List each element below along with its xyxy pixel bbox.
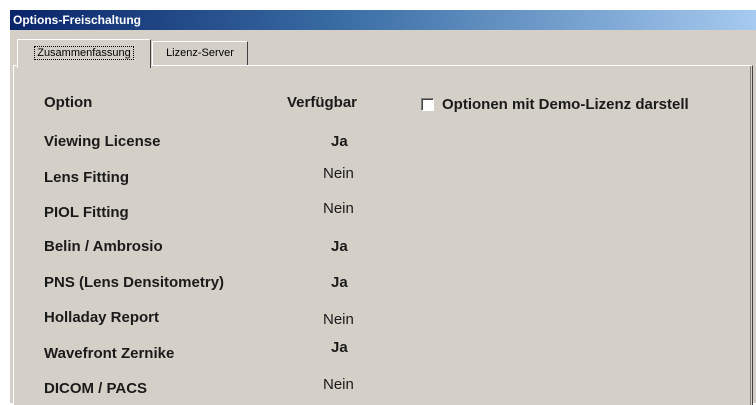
option-name: Holladay Report — [44, 309, 160, 326]
tab-lizenz-server[interactable]: Lizenz-Server — [152, 41, 248, 65]
option-name: Wavefront Zernike — [44, 345, 175, 362]
option-availability: Nein — [323, 376, 354, 393]
option-name: Belin / Ambrosio — [44, 238, 163, 255]
panel-edge — [750, 66, 751, 405]
demo-license-checkbox-label[interactable]: Optionen mit Demo-Lizenz darstell — [441, 96, 690, 113]
option-availability: Nein — [323, 165, 354, 182]
option-name: PNS (Lens Densitometry) — [44, 274, 225, 291]
column-header-available: Verfügbar — [287, 94, 358, 111]
option-name: Viewing License — [44, 133, 161, 150]
column-header-option: Option — [44, 94, 93, 111]
tab-label: Zusammenfassung — [34, 46, 134, 60]
option-availability: Nein — [323, 200, 354, 217]
window-title-bar[interactable]: Options-Freischaltung — [10, 10, 756, 30]
option-availability: Nein — [323, 311, 354, 328]
tab-label: Lizenz-Server — [166, 47, 234, 59]
option-availability: Ja — [331, 339, 348, 356]
option-name: DICOM / PACS — [44, 380, 148, 397]
option-availability: Ja — [331, 133, 348, 150]
tab-zusammenfassung[interactable]: Zusammenfassung — [17, 39, 151, 68]
option-availability: Ja — [331, 274, 348, 291]
option-availability: Ja — [331, 238, 348, 255]
demo-license-checkbox-row[interactable]: Optionen mit Demo-Lizenz darstell — [421, 94, 690, 114]
window-title: Options-Freischaltung — [13, 13, 142, 27]
demo-license-checkbox[interactable] — [421, 97, 434, 111]
option-name: PIOL Fitting — [44, 204, 129, 221]
option-name: Lens Fitting — [44, 169, 129, 186]
